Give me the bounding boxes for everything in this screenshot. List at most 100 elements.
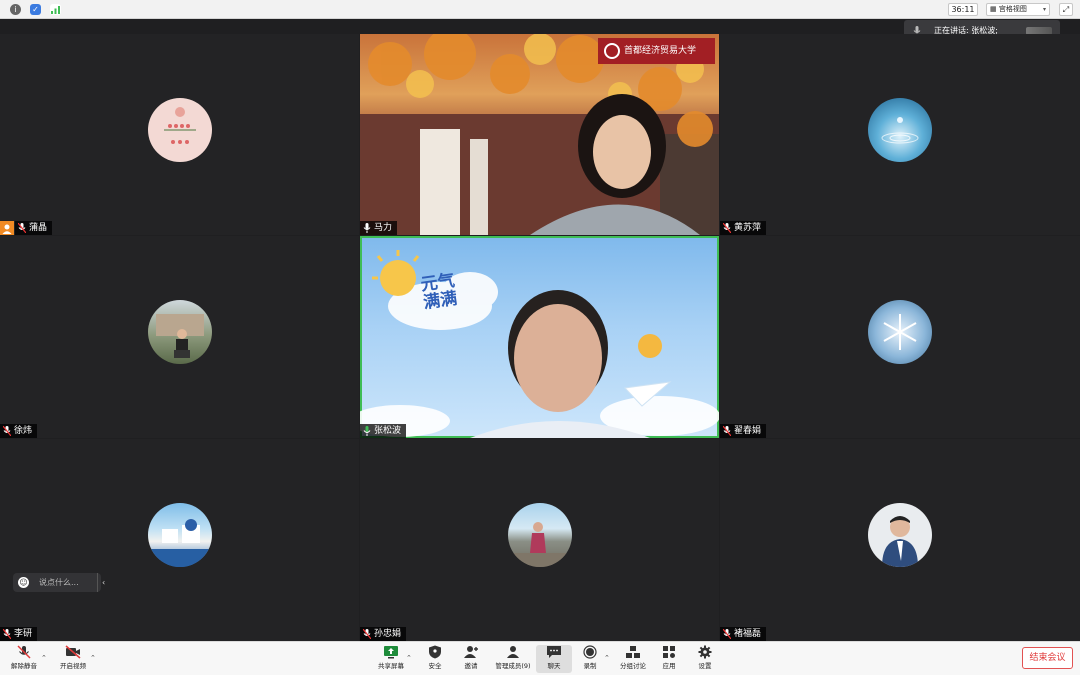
grid-view-icon: ▦ [990,5,997,13]
chevron-left-icon[interactable]: ‹ [102,573,105,592]
mic-muted-icon [723,426,731,436]
chat-button[interactable]: 聊天 [536,645,572,673]
shield-icon[interactable]: ✓ [30,4,41,15]
share-screen-button[interactable]: 共享屏幕 [373,645,409,673]
school-emblem-icon [604,43,620,59]
record-button[interactable]: 录制 [572,645,608,673]
apps-icon [663,646,675,658]
info-icon[interactable]: i [10,4,21,15]
audio-options-caret-icon[interactable]: ⌃ [41,654,47,662]
participant-tile[interactable]: 孙忠娟 [360,439,719,641]
invite-label: 邀请 [464,662,478,670]
mic-active-icon [363,426,371,436]
share-options-caret-icon[interactable]: ⌃ [406,654,412,662]
mic-muted-icon [723,629,731,639]
participant-name: 翟春娟 [734,426,762,436]
record-label: 录制 [583,662,597,670]
name-tag: 黄苏萍 [720,221,767,235]
title-bar: i ✓ 36:11 ▦ 宫格视图 ▾ ⤢ [0,0,1080,19]
apps-label: 应用 [662,662,676,670]
share-screen-label: 共享屏幕 [378,662,404,670]
end-meeting-button[interactable]: 结束会议 [1022,647,1073,669]
start-video-button[interactable]: 开启视频 [55,645,91,673]
unmute-label: 解除静音 [11,662,37,670]
participant-tile[interactable]: 徐炜 [0,236,359,438]
participant-name: 李研 [14,629,33,639]
gear-icon [698,645,712,659]
avatar [868,300,932,364]
avatar [148,503,212,567]
video-feed [360,250,719,438]
chevron-down-icon: ▾ [1042,6,1046,13]
video-feed [360,34,719,235]
quick-chat-input[interactable]: ☺ 说点什么... ‹ [13,573,105,592]
shield-icon [429,645,441,659]
mic-muted-icon [3,629,11,639]
participant-video-tile-active[interactable]: 元气 满满 张松波 [360,236,719,438]
participant-video-tile[interactable]: 首都经济贸易大学 马力 [360,34,719,235]
security-button[interactable]: 安全 [417,645,453,673]
participant-name: 黄苏萍 [734,223,762,233]
participant-name: 蒲晶 [29,223,48,233]
breakout-label: 分组讨论 [620,662,646,670]
name-tag: 张松波 [360,424,407,438]
mic-muted-icon [363,629,371,639]
participant-tile[interactable]: 李研 [0,439,359,641]
video-options-caret-icon[interactable]: ⌃ [90,654,96,662]
meeting-timer: 36:11 [948,3,978,16]
unmute-button[interactable]: 解除静音 [6,645,42,673]
manage-participants-button[interactable]: 管理成员(9) [493,645,533,673]
chat-label: 聊天 [547,662,561,670]
video-grid: 蒲晶 首都经济贸易大学 马力 黄苏萍 徐炜 元气 满满 张松波 翟春娟 李研 孙… [0,34,1080,641]
participant-name: 褚福磊 [734,629,762,639]
participant-name: 徐炜 [14,426,33,436]
mic-muted-icon [3,426,11,436]
camera-off-icon [65,645,81,659]
participant-name: 马力 [374,223,393,233]
participant-name: 孙忠娟 [374,629,402,639]
fullscreen-icon[interactable]: ⤢ [1059,3,1073,16]
mic-muted-icon [723,223,731,233]
collapse-chevron-icon[interactable] [97,573,98,592]
name-tag: 马力 [360,221,398,235]
emoji-icon[interactable]: ☺ [18,577,29,588]
breakout-rooms-button[interactable]: 分组讨论 [615,645,651,673]
participant-name: 张松波 [374,426,402,436]
share-screen-icon [384,646,398,659]
name-tag: 孙忠娟 [360,627,407,641]
invite-button[interactable]: 邀请 [453,645,489,673]
mic-icon [363,223,371,233]
chat-icon [547,646,561,658]
avatar [868,98,932,162]
view-label: 宫格视图 [998,5,1027,13]
view-selector[interactable]: ▦ 宫格视图 ▾ [986,3,1050,16]
host-badge-icon [0,221,14,235]
add-user-icon [464,646,478,658]
record-options-caret-icon[interactable]: ⌃ [604,654,610,662]
settings-button[interactable]: 设置 [687,645,723,673]
name-tag: 李研 [0,627,38,641]
university-logo: 首都经济贸易大学 [598,38,715,64]
name-tag: 蒲晶 [15,221,53,235]
record-icon [583,645,597,659]
sticker-line-2: 满满 [422,288,459,314]
mic-muted-icon [17,645,31,659]
mic-muted-icon [18,223,26,233]
meeting-toolbar: 解除静音 ⌃ 开启视频 ⌃ 共享屏幕 ⌃ 安全 邀请 管理成员(9) 聊天 录制… [0,641,1080,675]
name-tag: 褚福磊 [720,627,767,641]
participant-tile[interactable]: 翟春娟 [720,236,1080,438]
avatar [148,300,212,364]
name-tag: 翟春娟 [720,424,767,438]
participant-tile[interactable]: 黄苏萍 [720,34,1080,235]
participant-tile[interactable]: 蒲晶 [0,34,359,235]
apps-button[interactable]: 应用 [651,645,687,673]
signal-icon[interactable] [50,4,61,15]
breakout-icon [626,646,640,658]
avatar [148,98,212,162]
sticker-text: 元气 满满 [420,271,459,314]
school-name: 首都经济贸易大学 [624,46,697,56]
name-tag: 徐炜 [0,424,38,438]
avatar [508,503,572,567]
avatar [868,503,932,567]
participant-tile[interactable]: 褚福磊 [720,439,1080,641]
